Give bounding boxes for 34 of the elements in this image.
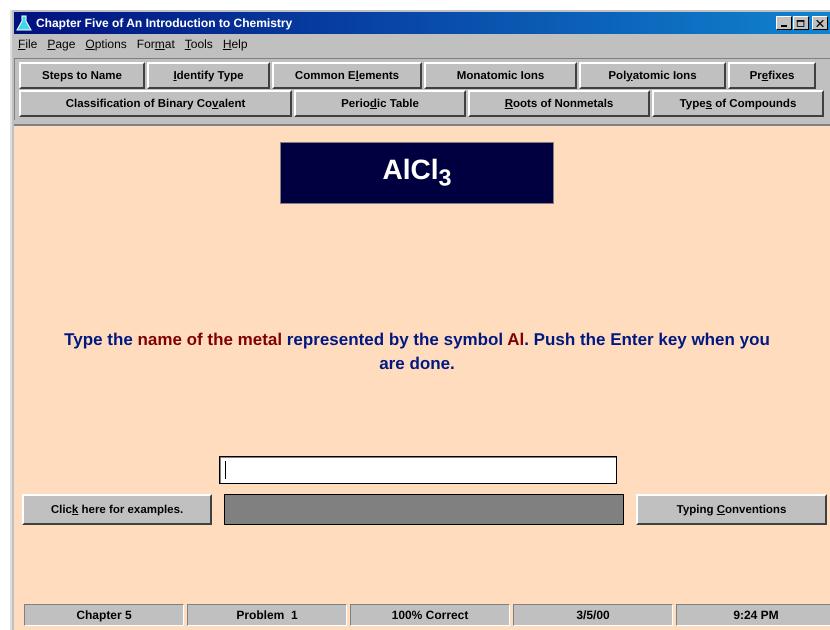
examples-button[interactable]: Click here for examples. [22, 494, 212, 525]
menu-item[interactable]: Format [136, 37, 175, 51]
maximize-icon [796, 18, 806, 28]
topic-button[interactable]: Common Elements [272, 62, 422, 89]
topic-button[interactable]: Monatomic Ions [424, 62, 577, 89]
status-panel: 9:24 PM [676, 604, 830, 626]
flask-icon [16, 15, 32, 31]
topic-button[interactable]: Types of Compounds [652, 90, 824, 117]
status-panel: Chapter 5 [24, 604, 184, 626]
menu-item[interactable]: Options [85, 37, 127, 51]
window-title: Chapter Five of An Introduction to Chemistry [36, 16, 292, 30]
minimize-icon [781, 25, 787, 27]
close-button[interactable] [812, 16, 828, 30]
topic-button[interactable]: Periodic Table [294, 90, 466, 117]
answer-field[interactable] [219, 456, 617, 484]
status-panel: 3/5/00 [513, 604, 673, 626]
status-panel: Problem 1 [187, 604, 347, 626]
formula-banner: AlCl$_{3}$ [280, 142, 554, 204]
topic-button[interactable]: Steps to Name [19, 62, 145, 89]
minimize-button[interactable] [776, 16, 792, 30]
topic-button[interactable]: Roots of Nonmetals [468, 90, 650, 117]
instruction-text: Type the name of the metal represented by the symbol Al. Push the Enter key when you are done. [63, 329, 771, 375]
menu-item[interactable]: Tools [184, 37, 213, 51]
close-icon [815, 18, 825, 28]
status-panel: 100% Correct [350, 604, 510, 626]
maximize-button[interactable] [793, 16, 809, 30]
topic-button[interactable]: Identify Type [147, 62, 270, 89]
menu-item[interactable]: Page [47, 37, 76, 51]
typing-conventions-button[interactable]: Typing Conventions [636, 494, 827, 525]
topic-button[interactable]: Classification of Binary Covalent [19, 90, 292, 117]
topic-button[interactable]: Polyatomic Ions [579, 62, 726, 89]
menu-item[interactable]: Help [222, 37, 248, 51]
menu-item[interactable]: File [18, 37, 38, 51]
topic-button[interactable]: Prefixes [728, 62, 816, 89]
